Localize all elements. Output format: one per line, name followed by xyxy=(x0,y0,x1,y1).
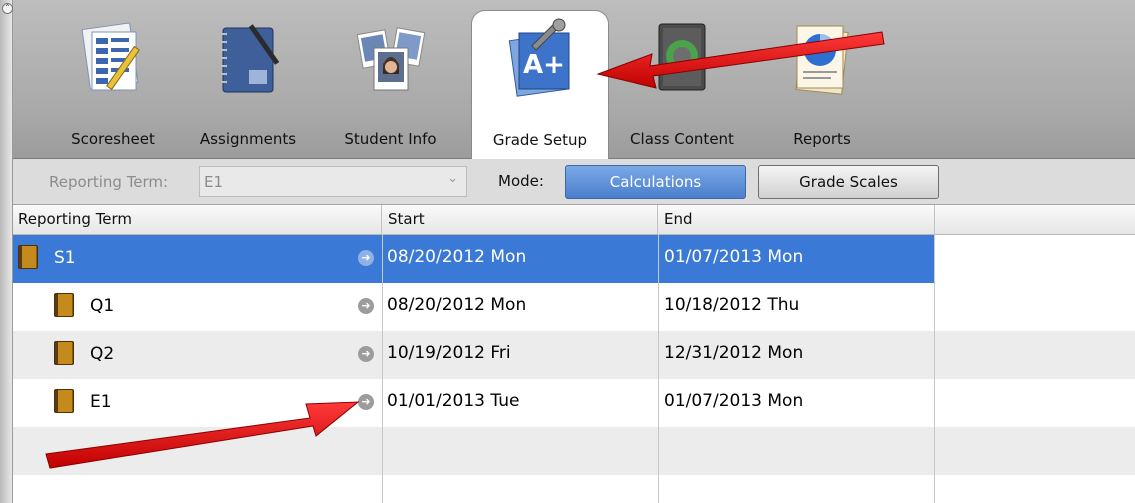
end-date: 12/31/2012 Mon xyxy=(664,343,804,363)
row-tail xyxy=(934,379,1135,427)
start-date: 01/01/2013 Tue xyxy=(387,391,520,411)
reporting-term-select[interactable]: E1 ⌄ xyxy=(199,166,467,197)
tab-label: Assignments xyxy=(199,130,297,148)
mode-label: Mode: xyxy=(498,172,544,190)
end-date: 01/07/2013 Mon xyxy=(664,391,804,411)
start-date: 08/20/2012 Mon xyxy=(387,247,527,267)
tab-label: Reports xyxy=(793,130,851,148)
arrow-circle-icon[interactable]: ➜ xyxy=(358,298,374,314)
column-divider xyxy=(382,234,383,503)
table-row[interactable]: S1 ➜ 08/20/2012 Mon 01/07/2013 Mon xyxy=(12,235,934,283)
start-date: 10/19/2012 Fri xyxy=(387,343,511,363)
tab-label: Student Info xyxy=(344,130,437,148)
arrow-circle-icon[interactable]: ➜ xyxy=(358,250,374,266)
end-date: 10/18/2012 Thu xyxy=(664,295,800,315)
arrow-circle-icon[interactable]: ➜ xyxy=(358,346,374,362)
tab-label: Class Content xyxy=(630,130,734,148)
row-tail xyxy=(934,283,1135,331)
collapse-toggle-icon[interactable]: ⌃ xyxy=(2,3,13,14)
svg-text:A+: A+ xyxy=(523,50,565,80)
folder-book-icon xyxy=(18,245,38,269)
column-divider xyxy=(658,234,659,503)
notebook-icon xyxy=(221,24,280,93)
folder-book-icon xyxy=(54,293,74,317)
student-photos-icon xyxy=(356,27,425,91)
calculations-button[interactable]: Calculations xyxy=(565,165,746,199)
tab-label: Scoresheet xyxy=(71,130,155,148)
tab-label: Grade Setup xyxy=(492,131,588,149)
gradebook-app: ⌃ Scoresheet Assignments Student Info A+… xyxy=(0,0,1135,503)
reporting-term-value: E1 xyxy=(204,173,224,191)
tab-scoresheet[interactable]: Scoresheet xyxy=(57,8,169,158)
main-toolbar: Scoresheet Assignments Student Info A+ G… xyxy=(12,0,1135,160)
column-header-end[interactable]: End xyxy=(658,205,935,234)
chevron-down-icon: ⌄ xyxy=(447,171,458,186)
tab-grade-setup[interactable]: A+ Grade Setup xyxy=(471,10,609,160)
row-tail xyxy=(934,235,1135,283)
term-name: S1 xyxy=(54,248,76,268)
annotation-arrow-grade-setup xyxy=(596,31,885,89)
table-row[interactable]: Q1 ➜ 08/20/2012 Mon 10/18/2012 Thu xyxy=(12,283,934,331)
grade-scales-button[interactable]: Grade Scales xyxy=(758,165,939,199)
term-name: Q1 xyxy=(90,296,115,316)
filter-bar: Reporting Term: E1 ⌄ Mode: Calculations … xyxy=(12,159,1135,205)
column-header-reporting-term[interactable]: Reporting Term xyxy=(12,205,382,234)
column-divider xyxy=(934,234,935,503)
end-date: 01/07/2013 Mon xyxy=(664,247,804,267)
annotation-arrow-e1 xyxy=(45,401,360,469)
reporting-term-label: Reporting Term: xyxy=(49,173,169,191)
scoresheet-icon xyxy=(81,22,140,91)
tab-student-info[interactable]: Student Info xyxy=(327,8,454,158)
row-tail xyxy=(934,331,1135,379)
term-name: Q2 xyxy=(90,344,115,364)
grade-setup-icon: A+ xyxy=(508,18,570,97)
window-edge: ⌃ xyxy=(0,0,13,503)
table-row[interactable]: Q2 ➜ 10/19/2012 Fri 12/31/2012 Mon xyxy=(12,331,934,379)
tab-assignments[interactable]: Assignments xyxy=(188,8,308,158)
table-header: Reporting Term Start End xyxy=(12,205,1135,235)
column-header-start[interactable]: Start xyxy=(382,205,658,234)
folder-book-icon xyxy=(54,341,74,365)
start-date: 08/20/2012 Mon xyxy=(387,295,527,315)
